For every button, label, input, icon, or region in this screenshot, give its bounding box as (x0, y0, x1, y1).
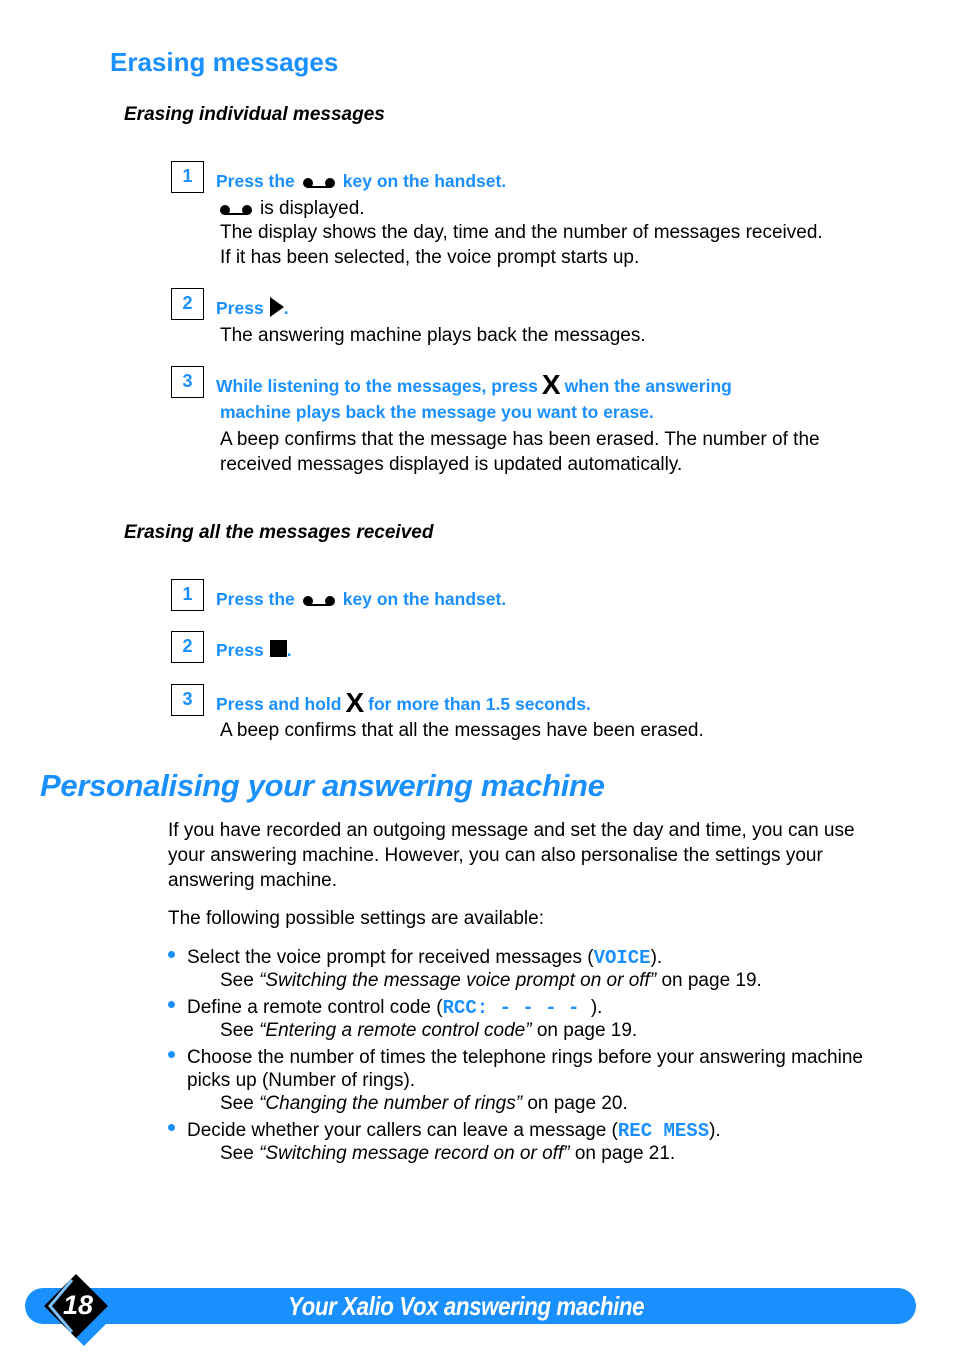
step-text: Press (216, 298, 264, 318)
display-code: RCC: - - - - (442, 997, 591, 1019)
result-text: The display shows the day, time and the … (220, 222, 823, 243)
bullet-icon (168, 1001, 175, 1008)
see-reference: See “Switching message record on or off”… (220, 1141, 675, 1166)
display-code: VOICE (593, 947, 651, 969)
result-text: If it has been selected, the voice promp… (220, 247, 640, 268)
play-icon (269, 297, 284, 317)
result-text: received messages displayed is updated a… (220, 454, 683, 475)
see-reference: See “Entering a remote control code” on … (220, 1018, 637, 1043)
step-text: While listening to the messages, press (216, 376, 538, 396)
page-reference: on page 19. (531, 1020, 638, 1041)
step-number-box: 3 (171, 684, 204, 716)
stop-icon (269, 640, 287, 657)
step-text: for more than 1.5 seconds. (368, 694, 591, 714)
intro-text: answering machine. (168, 870, 337, 891)
page-reference: on page 19. (656, 970, 762, 991)
step-instruction: While listening to the messages, press Xw… (216, 369, 732, 400)
see-label: See (220, 970, 260, 991)
reference-title: “Entering a remote control code” (259, 1020, 532, 1041)
result-text: is displayed. (260, 198, 365, 219)
see-label: See (220, 1093, 260, 1114)
bullet-text: Define a remote control code ( (187, 997, 443, 1018)
step-instruction: Press the key on the handset. (216, 171, 506, 192)
answering-machine-tape-icon (301, 594, 337, 607)
see-reference: See “Changing the number of rings” on pa… (220, 1091, 628, 1116)
step-text: Press and hold (216, 694, 342, 714)
step-text: key on the handset. (342, 589, 507, 609)
subsection-title-all: Erasing all the messages received (124, 522, 434, 543)
erase-x-icon: X (541, 369, 561, 400)
step-result: is displayed. (218, 196, 365, 221)
step-text: Press the (216, 171, 295, 191)
page-number-badge: 18 (44, 1274, 116, 1346)
bullet-text: ). (590, 997, 603, 1018)
display-code: REC MESS (617, 1120, 710, 1142)
footer-title: Your Xalio Vox answering machine (288, 1291, 645, 1321)
see-label: See (220, 1143, 260, 1164)
step-number-box: 3 (171, 366, 204, 398)
step-text: . (283, 298, 289, 318)
bullet-text: ). (650, 947, 663, 968)
bullet-icon (168, 951, 175, 958)
step-instruction: Press and hold Xfor more than 1.5 seconds… (216, 687, 591, 718)
result-text: The answering machine plays back the mes… (220, 325, 646, 346)
intro-text: If you have recorded an outgoing message… (168, 820, 855, 841)
step-text: key on the handset. (342, 171, 507, 191)
step-text: Press (216, 640, 264, 660)
step-instruction: Press. (216, 640, 292, 661)
step-number-box: 2 (171, 631, 204, 663)
lead-text: The following possible settings are avai… (168, 908, 544, 929)
step-text: machine plays back the message you want … (220, 402, 654, 422)
page-number: 18 (62, 1290, 94, 1320)
bullet-text: Choose the number of times the telephone… (187, 1047, 863, 1068)
step-text: . (286, 640, 292, 660)
intro-text: your answering machine. However, you can… (168, 845, 823, 866)
step-number-box: 2 (171, 288, 204, 320)
erase-x-icon: X (345, 687, 365, 718)
section-title-personalising: Personalising your answering machine (40, 768, 605, 803)
step-number-box: 1 (171, 579, 204, 611)
bullet-text: Decide whether your callers can leave a … (187, 1120, 618, 1141)
result-text: A beep confirms that the message has bee… (220, 429, 820, 450)
section-title-erasing-messages: Erasing messages (110, 47, 339, 77)
step-number-box: 1 (171, 161, 204, 193)
step-text: Press the (216, 589, 295, 609)
step-instruction: Press the key on the handset. (216, 589, 506, 610)
page-reference: on page 20. (522, 1093, 628, 1114)
bullet-icon (168, 1124, 175, 1131)
reference-title: “Switching the message voice prompt on o… (259, 970, 657, 991)
result-text: A beep confirms that all the messages ha… (220, 720, 704, 741)
answering-machine-tape-icon (301, 176, 337, 189)
see-reference: See “Switching the message voice prompt … (220, 968, 762, 993)
see-label: See (220, 1020, 260, 1041)
reference-title: “Changing the number of rings” (259, 1093, 523, 1114)
bullet-text: ). (709, 1120, 721, 1141)
step-instruction: Press. (216, 297, 289, 319)
bullet-icon (168, 1051, 175, 1058)
subsection-title-individual: Erasing individual messages (124, 104, 385, 125)
bullet-text: picks up (Number of rings). (187, 1070, 416, 1091)
step-text: when the answering (564, 376, 732, 396)
answering-machine-tape-icon (218, 203, 254, 215)
page-reference: on page 21. (569, 1143, 676, 1164)
bullet-text: Select the voice prompt for received mes… (187, 947, 594, 968)
reference-title: “Switching message record on or off” (259, 1143, 570, 1164)
